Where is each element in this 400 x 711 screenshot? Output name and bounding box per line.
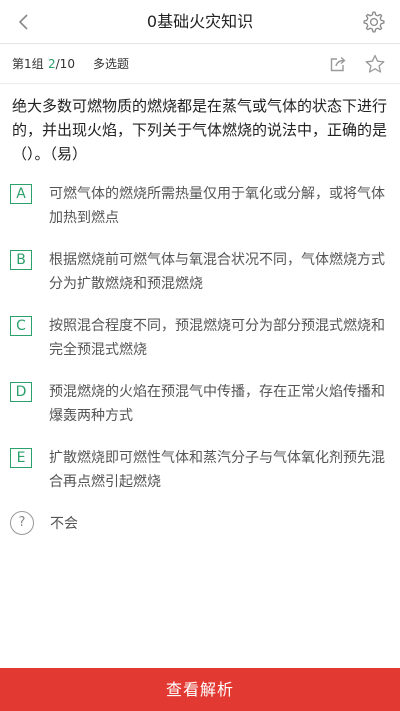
question-info-bar: 第1组 2/10 多选题 xyxy=(0,44,400,84)
page-title: 0基础火灾知识 xyxy=(146,12,254,31)
option-text: 预混燃烧的火焰在预混气中传播，存在正常火焰传播和爆轰两种方式 xyxy=(49,384,385,424)
option-d[interactable]: D 预混燃烧的火焰在预混气中传播，存在正常火焰传播和爆轰两种方式 xyxy=(10,380,386,428)
progress-current: 2 xyxy=(48,57,56,71)
top-nav-bar: 0基础火灾知识 xyxy=(0,0,400,44)
dont-know-option[interactable]: ? 不会 xyxy=(10,511,78,535)
share-icon xyxy=(330,56,346,72)
back-button[interactable] xyxy=(10,8,38,36)
chevron-left-icon xyxy=(18,14,28,30)
question-mark-icon: ? xyxy=(10,511,34,535)
option-a[interactable]: A 可燃气体的燃烧所需热量仅用于氧化或分解，或将气体加热到燃点 xyxy=(10,182,386,230)
star-icon xyxy=(365,54,385,73)
option-text: 扩散燃烧即可燃性气体和蒸汽分子与气体氧化剂预先混合再点燃引起燃烧 xyxy=(49,450,385,490)
option-letter: A xyxy=(10,184,32,204)
option-text: 根据燃烧前可燃气体与氧混合状况不同，气体燃烧方式分为扩散燃烧和预混燃烧 xyxy=(49,252,385,292)
question-type-label: 多选题 xyxy=(93,57,130,71)
option-letter: C xyxy=(10,316,32,336)
option-c[interactable]: C 按照混合程度不同，预混燃烧可分为部分预混式燃烧和完全预混式燃烧 xyxy=(10,314,386,362)
option-text: 按照混合程度不同，预混燃烧可分为部分预混式燃烧和完全预混式燃烧 xyxy=(49,318,385,358)
dont-know-label: 不会 xyxy=(50,516,78,532)
question-progress: 2/10 xyxy=(48,44,75,84)
option-b[interactable]: B 根据燃烧前可燃气体与氧混合状况不同，气体燃烧方式分为扩散燃烧和预混燃烧 xyxy=(10,248,386,296)
option-text: 可燃气体的燃烧所需热量仅用于氧化或分解，或将气体加热到燃点 xyxy=(49,186,385,226)
group-label: 第1组 xyxy=(12,57,44,71)
progress-total: /10 xyxy=(55,57,75,71)
option-e[interactable]: E 扩散燃烧即可燃性气体和蒸汽分子与气体氧化剂预先混合再点燃引起燃烧 xyxy=(10,446,386,494)
favorite-button[interactable] xyxy=(364,53,386,75)
option-letter: D xyxy=(10,382,32,402)
settings-button[interactable] xyxy=(360,8,388,36)
option-letter: E xyxy=(10,448,32,468)
gear-icon xyxy=(363,11,385,33)
share-button[interactable] xyxy=(328,54,348,74)
view-analysis-button[interactable]: 查看解析 xyxy=(0,668,400,711)
question-text: 绝大多数可燃物质的燃烧都是在蒸气或气体的状态下进行的，并出现火焰，下列关于气体燃… xyxy=(12,97,388,163)
option-letter: B xyxy=(10,250,32,270)
